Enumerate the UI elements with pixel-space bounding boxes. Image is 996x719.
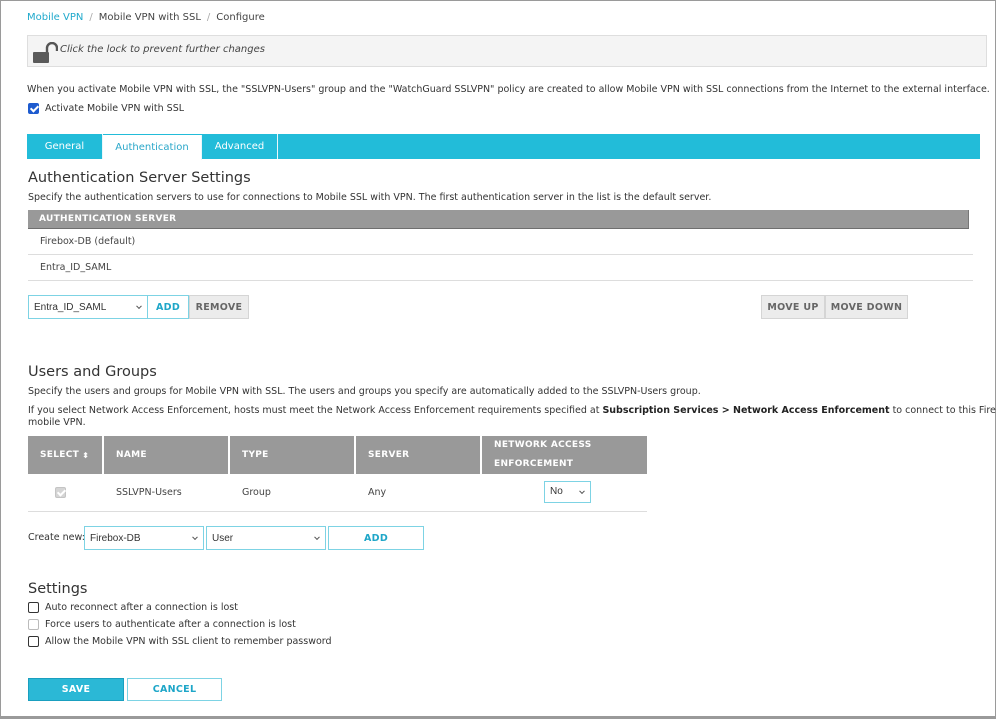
users-section-title: Users and Groups xyxy=(28,364,157,380)
create-server-select-value: Firebox-DB xyxy=(90,532,141,544)
auth-section-title: Authentication Server Settings xyxy=(28,170,251,186)
column-select-label: SELECT xyxy=(40,450,80,460)
intro-text: When you activate Mobile VPN with SSL, t… xyxy=(27,84,990,95)
chevron-down-icon xyxy=(579,487,585,494)
settings-section-title: Settings xyxy=(28,581,88,597)
chevron-down-icon xyxy=(314,534,320,541)
sort-icon[interactable]: ⬍ xyxy=(82,451,89,460)
nae-info-text-after: to connect to this Firebox through a xyxy=(892,405,996,416)
remember-password-row: Allow the Mobile VPN with SSL client to … xyxy=(28,636,332,647)
column-header-server: SERVER xyxy=(356,436,482,474)
cancel-button[interactable]: CANCEL xyxy=(127,678,222,701)
remember-password-label: Allow the Mobile VPN with SSL client to … xyxy=(45,636,332,647)
auto-reconnect-row: Auto reconnect after a connection is los… xyxy=(28,602,238,613)
remove-auth-server-button[interactable]: REMOVE xyxy=(189,295,249,319)
select-cell xyxy=(28,487,104,498)
auth-server-column-header: AUTHENTICATION SERVER xyxy=(28,210,969,229)
tab-general[interactable]: General xyxy=(27,134,103,159)
tab-advanced[interactable]: Advanced xyxy=(202,134,278,159)
nae-select[interactable]: No xyxy=(544,480,591,503)
remember-password-checkbox[interactable] xyxy=(28,636,39,647)
breadcrumb-configure: Configure xyxy=(216,12,265,23)
force-auth-label: Force users to authenticate after a conn… xyxy=(45,619,296,630)
select-checkbox[interactable] xyxy=(55,487,66,498)
auth-server-row[interactable]: Entra_ID_SAML xyxy=(28,255,973,281)
column-header-nae: NETWORK ACCESS ENFORCEMENT xyxy=(494,440,592,469)
auth-server-row[interactable]: Firebox-DB (default) xyxy=(28,229,973,255)
breadcrumb-mobile-vpn-ssl: Mobile VPN with SSL xyxy=(98,12,201,23)
create-type-select[interactable]: User xyxy=(206,526,326,550)
auth-server-table: AUTHENTICATION SERVER Firebox-DB (defaul… xyxy=(28,210,973,281)
breadcrumb-separator: / xyxy=(89,12,93,23)
column-header-type: TYPE xyxy=(230,436,356,474)
activate-ssl-label: Activate Mobile VPN with SSL xyxy=(45,103,185,114)
move-down-button[interactable]: MOVE DOWN xyxy=(825,295,908,319)
auto-reconnect-checkbox[interactable] xyxy=(28,602,39,613)
move-up-button[interactable]: MOVE UP xyxy=(761,295,825,319)
breadcrumb-mobile-vpn[interactable]: Mobile VPN xyxy=(27,12,83,23)
column-header-select[interactable]: SELECT ⬍ xyxy=(28,436,104,474)
save-button[interactable]: SAVE xyxy=(28,678,124,701)
tab-bar: General Authentication Advanced xyxy=(27,134,980,160)
auto-reconnect-label: Auto reconnect after a connection is los… xyxy=(45,602,238,613)
unlocked-padlock-icon[interactable] xyxy=(32,41,59,64)
nae-info-text: If you select Network Access Enforcement… xyxy=(28,405,603,416)
force-auth-row: Force users to authenticate after a conn… xyxy=(28,619,296,630)
nae-cell: No xyxy=(482,474,647,512)
breadcrumb: Mobile VPN / Mobile VPN with SSL / Configure xyxy=(27,12,265,23)
server-cell: Any xyxy=(368,487,387,498)
users-section-description: Specify the users and groups for Mobile … xyxy=(28,386,701,397)
lock-bar: Click the lock to prevent further change… xyxy=(27,35,987,67)
create-server-select[interactable]: Firebox-DB xyxy=(84,526,204,550)
create-new-label: Create new: xyxy=(28,532,85,543)
chevron-down-icon xyxy=(136,303,142,310)
create-type-select-value: User xyxy=(212,532,234,544)
tab-authentication[interactable]: Authentication xyxy=(103,135,202,160)
nae-info-path: Subscription Services > Network Access E… xyxy=(602,405,890,416)
users-groups-header: SELECT ⬍ NAME TYPE SERVER NETWORK ACCESS… xyxy=(28,436,647,474)
name-cell: SSLVPN-Users xyxy=(116,487,182,498)
auth-server-select-value: Entra_ID_SAML xyxy=(34,301,107,313)
add-user-group-button[interactable]: ADD xyxy=(328,526,424,550)
nae-info-line2: mobile VPN. xyxy=(28,417,86,428)
activate-ssl-row: Activate Mobile VPN with SSL xyxy=(28,103,184,114)
force-auth-checkbox[interactable] xyxy=(28,619,39,630)
activate-ssl-checkbox[interactable] xyxy=(28,103,39,114)
nae-select-value: No xyxy=(550,486,563,497)
auth-server-select[interactable]: Entra_ID_SAML xyxy=(28,295,148,319)
breadcrumb-separator: / xyxy=(206,12,211,23)
lock-hint-text: Click the lock to prevent further change… xyxy=(60,44,265,55)
auth-section-description: Specify the authentication servers to us… xyxy=(28,192,712,203)
table-row: SSLVPN-Users Group Any No xyxy=(28,474,647,512)
chevron-down-icon xyxy=(192,534,198,541)
add-auth-server-button[interactable]: ADD xyxy=(147,295,189,319)
nae-info-line1: If you select Network Access Enforcement… xyxy=(28,405,996,416)
column-header-name: NAME xyxy=(104,436,230,474)
type-cell: Group xyxy=(242,487,271,498)
users-groups-table: SELECT ⬍ NAME TYPE SERVER NETWORK ACCESS… xyxy=(28,436,647,512)
